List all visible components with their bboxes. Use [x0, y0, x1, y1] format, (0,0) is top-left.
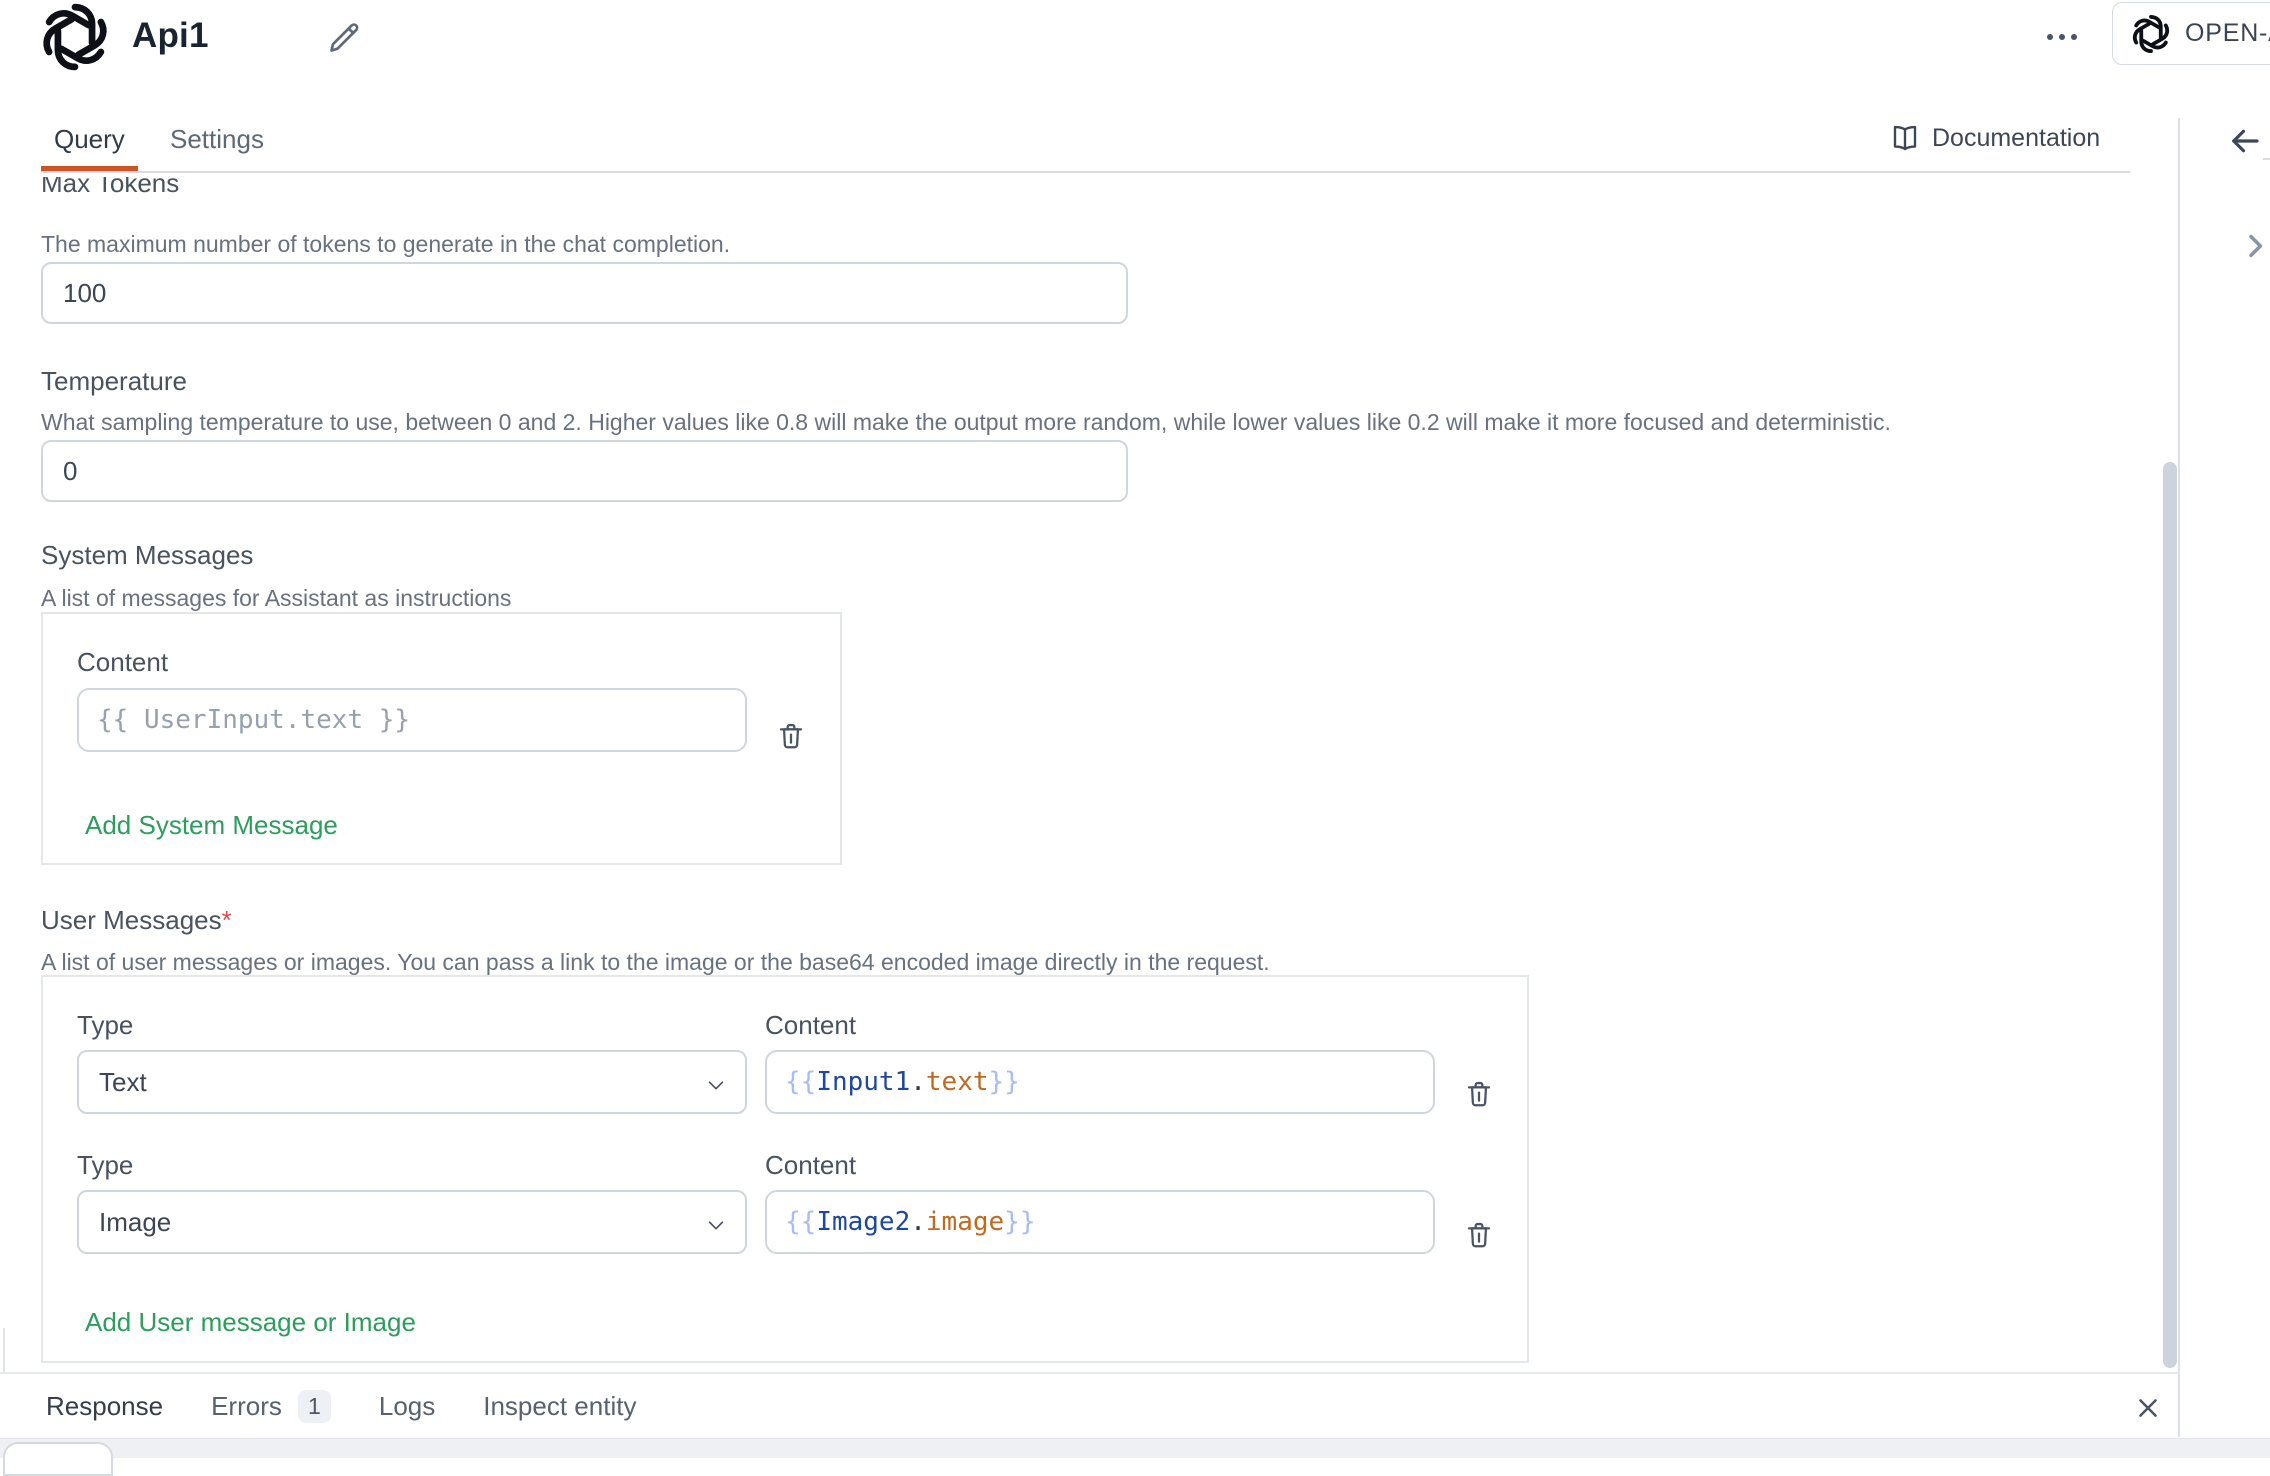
context-menu-button[interactable]: [2036, 20, 2088, 54]
tab-inspect-entity[interactable]: Inspect entity: [483, 1391, 636, 1422]
type-label: Type: [77, 1150, 133, 1181]
tab-response[interactable]: Response: [46, 1391, 163, 1422]
errors-count-badge: 1: [298, 1390, 331, 1423]
pencil-icon: [324, 18, 364, 58]
add-user-message-link[interactable]: Add User message or Image: [85, 1307, 416, 1338]
add-system-message-link[interactable]: Add System Message: [85, 810, 338, 841]
system-messages-description: A list of messages for Assistant as inst…: [41, 584, 511, 612]
user-messages-box: Type Content Text {{Input1.text}} Type C…: [41, 975, 1529, 1363]
chevron-down-icon: [705, 1214, 727, 1236]
datasource-name: OPEN-A: [2185, 19, 2270, 48]
max-tokens-label: Max Tokens: [41, 177, 179, 198]
user-message-content-input[interactable]: {{Input1.text}}: [765, 1050, 1435, 1114]
partial-bottom-button[interactable]: [3, 1442, 113, 1476]
close-response-pane-button[interactable]: [2128, 1388, 2168, 1428]
system-messages-label: System Messages: [41, 540, 253, 570]
chevron-right-icon: [2241, 231, 2270, 261]
max-tokens-description: The maximum number of tokens to generate…: [41, 230, 730, 258]
tabs-divider: [41, 171, 2130, 173]
tab-errors[interactable]: Errors 1: [211, 1390, 331, 1423]
temperature-label: Temperature: [41, 366, 187, 396]
system-messages-box: Content Add System Message: [41, 612, 842, 865]
type-label: Type: [77, 1010, 133, 1041]
tab-settings[interactable]: Settings: [170, 118, 264, 160]
query-form: Max Tokens The maximum number of tokens …: [0, 177, 2178, 1365]
canvas-strip: [0, 1438, 2270, 1458]
delete-user-message-button[interactable]: [1463, 1076, 1499, 1112]
datasource-button[interactable]: OPEN-A: [2112, 2, 2270, 65]
query-name-title: Api1: [132, 16, 209, 56]
book-icon: [1890, 123, 1920, 153]
trash-icon: [775, 720, 807, 752]
arrow-left-icon: [2227, 123, 2263, 159]
openai-logo: [40, 2, 110, 72]
tab-query[interactable]: Query: [54, 118, 125, 160]
response-pane-tabbar: Response Errors 1 Logs Inspect entity: [0, 1372, 2178, 1438]
user-message-content-input[interactable]: {{Image2.image}}: [765, 1190, 1435, 1254]
back-button[interactable]: [2224, 120, 2266, 162]
chevron-down-icon: [705, 1074, 727, 1096]
system-message-content-input[interactable]: [77, 688, 747, 752]
temperature-input[interactable]: [41, 440, 1128, 502]
collapse-pane-button[interactable]: [2236, 226, 2270, 266]
documentation-link[interactable]: Documentation: [1890, 116, 2100, 160]
max-tokens-input[interactable]: [41, 262, 1128, 324]
temperature-description: What sampling temperature to use, betwee…: [41, 408, 1891, 436]
user-message-type-select[interactable]: Image: [77, 1190, 747, 1254]
user-messages-description: A list of user messages or images. You c…: [41, 948, 1270, 976]
content-label: Content: [765, 1010, 856, 1041]
user-message-type-select[interactable]: Text: [77, 1050, 747, 1114]
user-messages-label: User Messages*: [41, 905, 232, 935]
close-icon: [2135, 1395, 2161, 1421]
rename-query-button[interactable]: [324, 18, 364, 58]
delete-system-message-button[interactable]: [775, 718, 811, 754]
right-pane-divider: [2178, 118, 2180, 1437]
documentation-label: Documentation: [1932, 124, 2100, 153]
delete-user-message-button[interactable]: [1463, 1217, 1499, 1253]
content-label: Content: [77, 647, 168, 678]
content-label: Content: [765, 1150, 856, 1181]
required-asterisk: *: [222, 905, 232, 935]
ellipsis-icon: [2047, 34, 2053, 40]
trash-icon: [1463, 1219, 1495, 1251]
tab-logs[interactable]: Logs: [379, 1391, 435, 1422]
openai-logo-small: [2131, 14, 2171, 54]
trash-icon: [1463, 1078, 1495, 1110]
